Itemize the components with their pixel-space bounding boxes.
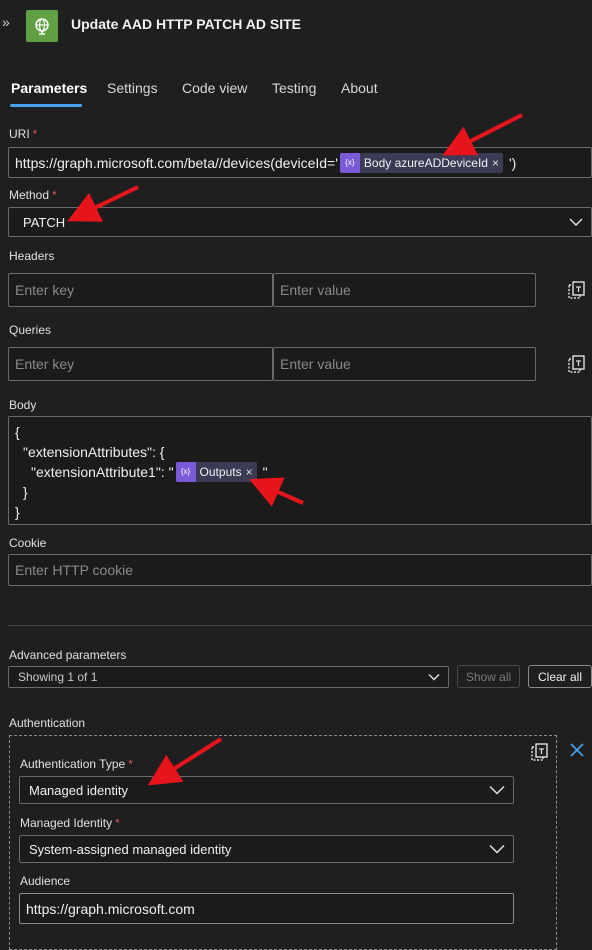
close-icon[interactable] bbox=[570, 743, 584, 757]
authentication-type-dropdown[interactable]: Managed identity bbox=[19, 776, 514, 804]
tab-parameters[interactable]: Parameters bbox=[11, 80, 87, 96]
annotation-arrow bbox=[442, 113, 523, 156]
chevron-down-icon bbox=[489, 785, 505, 795]
queries-label: Queries bbox=[9, 323, 52, 337]
uri-input[interactable]: https://graph.microsoft.com/beta//device… bbox=[8, 147, 592, 178]
method-label: Method * bbox=[9, 188, 57, 202]
body-line: } bbox=[23, 484, 28, 500]
headers-value-input[interactable]: Enter value bbox=[273, 273, 536, 307]
uri-label: URI * bbox=[9, 127, 38, 141]
body-line: "extensionAttribute1": " {x} Outputs × " bbox=[31, 462, 268, 482]
chevron-down-icon bbox=[489, 844, 505, 854]
body-dynamic-token[interactable]: {x} Outputs × bbox=[175, 462, 257, 482]
method-value: PATCH bbox=[23, 214, 66, 230]
tab-settings[interactable]: Settings bbox=[107, 80, 158, 96]
body-line: } bbox=[15, 504, 20, 520]
tab-about[interactable]: About bbox=[341, 80, 378, 96]
action-title: Update AAD HTTP PATCH AD SITE bbox=[71, 16, 301, 32]
method-dropdown[interactable]: PATCH bbox=[8, 207, 592, 237]
http-action-globe-icon bbox=[26, 10, 58, 42]
queries-switch-mode-icon[interactable] bbox=[568, 355, 586, 373]
managed-identity-label: Managed Identity * bbox=[20, 816, 120, 830]
remove-token-icon[interactable]: × bbox=[492, 156, 499, 170]
show-all-button[interactable]: Show all bbox=[457, 665, 520, 688]
cookie-label: Cookie bbox=[9, 536, 47, 550]
section-divider bbox=[8, 625, 592, 626]
tab-code-view[interactable]: Code view bbox=[182, 80, 247, 96]
queries-key-input[interactable]: Enter key bbox=[8, 347, 273, 381]
collapse-panel-icon[interactable]: » bbox=[2, 14, 18, 34]
headers-switch-mode-icon[interactable] bbox=[568, 281, 586, 299]
cookie-input[interactable]: Enter HTTP cookie bbox=[8, 554, 592, 586]
uri-prefix-text: https://graph.microsoft.com/beta//device… bbox=[15, 154, 338, 171]
headers-label: Headers bbox=[9, 249, 55, 263]
managed-identity-dropdown[interactable]: System-assigned managed identity bbox=[19, 835, 514, 863]
body-line: { bbox=[15, 424, 20, 440]
remove-token-icon[interactable]: × bbox=[246, 462, 253, 482]
uri-suffix-text: ') bbox=[508, 154, 517, 171]
dynamic-content-icon: {x} bbox=[339, 152, 360, 173]
chevron-down-icon bbox=[428, 674, 440, 681]
uri-dynamic-token[interactable]: {x} Body azureADDeviceId × bbox=[339, 152, 503, 173]
tab-testing[interactable]: Testing bbox=[272, 80, 316, 96]
queries-value-input[interactable]: Enter value bbox=[273, 347, 536, 381]
body-editor[interactable]: { "extensionAttributes": { "extensionAtt… bbox=[8, 416, 592, 525]
advanced-parameters-dropdown[interactable]: Showing 1 of 1 bbox=[8, 666, 449, 688]
authentication-label: Authentication bbox=[9, 716, 86, 730]
authentication-switch-mode-icon[interactable] bbox=[531, 743, 549, 761]
body-label: Body bbox=[9, 398, 37, 412]
authentication-type-label: Authentication Type * bbox=[20, 757, 133, 771]
chevron-down-icon bbox=[569, 218, 583, 226]
active-tab-indicator bbox=[10, 104, 82, 107]
clear-all-button[interactable]: Clear all bbox=[528, 665, 592, 688]
audience-label: Audience bbox=[20, 874, 71, 888]
headers-key-input[interactable]: Enter key bbox=[8, 273, 273, 307]
body-line: "extensionAttributes": { bbox=[23, 444, 165, 460]
dynamic-content-icon: {x} bbox=[175, 462, 196, 482]
advanced-parameters-label: Advanced parameters bbox=[9, 648, 127, 662]
audience-input[interactable]: https://graph.microsoft.com bbox=[19, 893, 514, 924]
